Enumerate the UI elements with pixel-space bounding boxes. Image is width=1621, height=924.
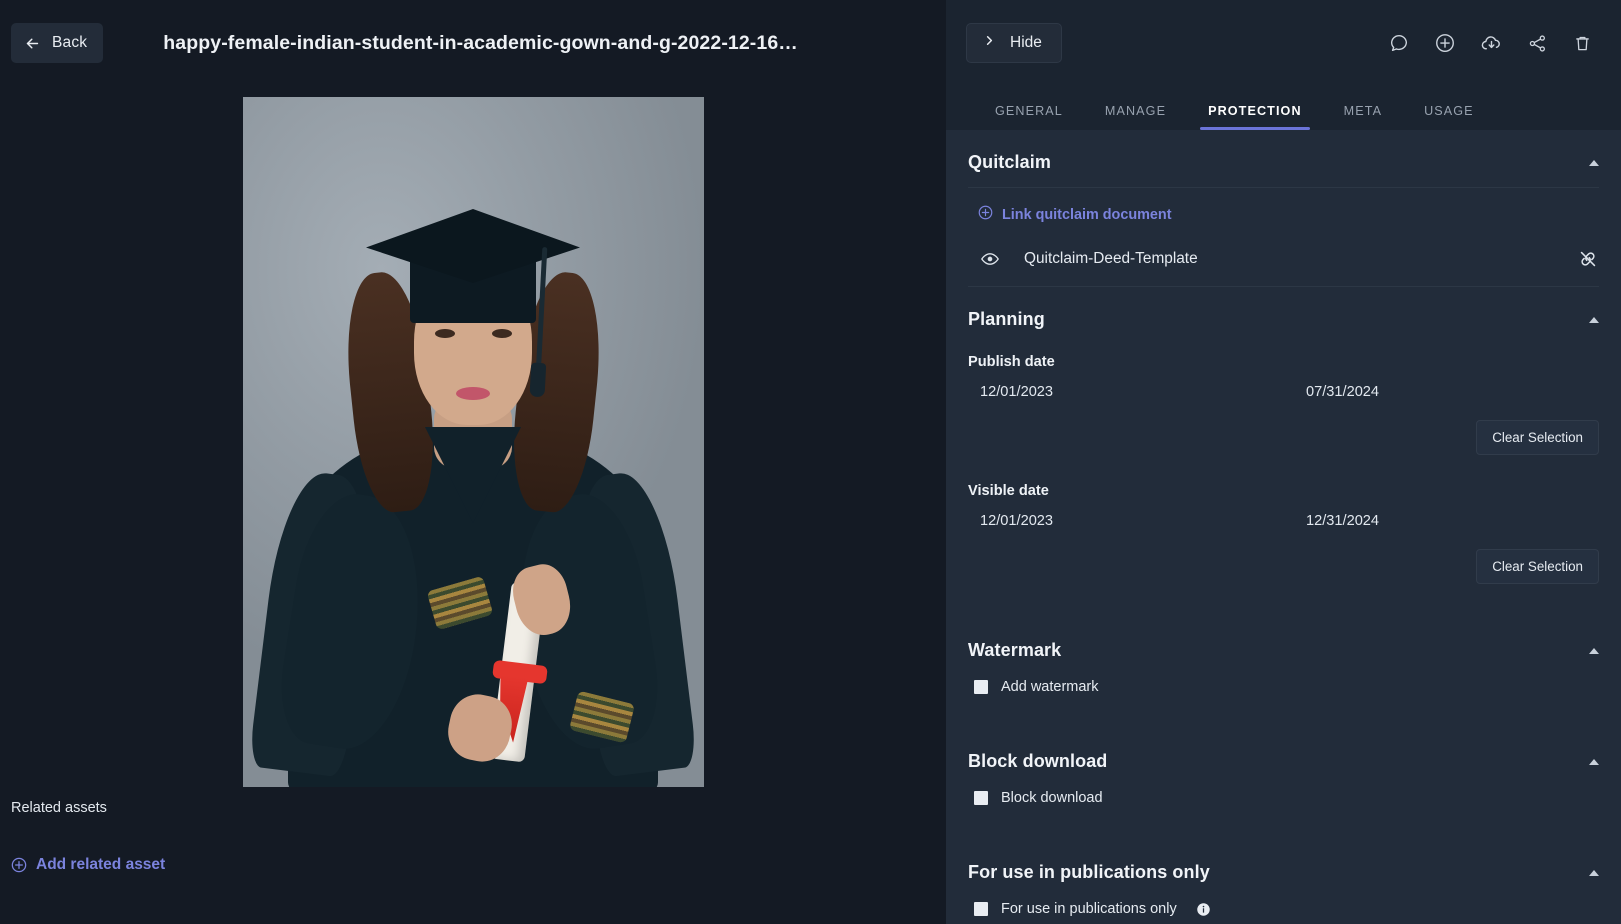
quitclaim-title: Quitclaim: [968, 152, 1051, 172]
visible-date-to[interactable]: 12/31/2024: [1298, 513, 1379, 529]
planning-title: Planning: [968, 309, 1045, 329]
publications-header: For use in publications only: [968, 840, 1599, 897]
block-download-section: Block download Block download: [946, 729, 1621, 806]
photo-eye-left: [434, 329, 455, 338]
add-related-asset-label: Add related asset: [36, 856, 166, 873]
planning-section: Planning Publish date 12/01/2023 07/31/2…: [946, 287, 1621, 584]
visible-clear-row: Clear Selection: [968, 529, 1599, 584]
asset-metadata-pane: Hide GENERAL MANAGE PROTECTION META USAG…: [946, 0, 1621, 924]
protection-panel: Quitclaim Link quitclaim document Quitcl…: [946, 130, 1621, 924]
tab-usage[interactable]: USAGE: [1403, 104, 1495, 130]
asset-preview-pane: Back happy-female-indian-student-in-acad…: [0, 0, 946, 924]
publish-date-from[interactable]: 12/01/2023: [968, 384, 1298, 400]
quitclaim-document-name: Quitclaim-Deed-Template: [1024, 250, 1198, 267]
hide-panel-button[interactable]: Hide: [966, 23, 1062, 63]
publish-date-label: Publish date: [968, 354, 1055, 370]
add-circle-icon[interactable]: [1434, 32, 1456, 54]
link-quitclaim-document-button[interactable]: Link quitclaim document: [968, 188, 1599, 224]
tab-protection[interactable]: PROTECTION: [1187, 104, 1323, 130]
watermark-title: Watermark: [968, 640, 1062, 660]
publish-clear-selection-button[interactable]: Clear Selection: [1476, 420, 1599, 455]
photo-collar: [425, 427, 521, 523]
visible-date-label: Visible date: [968, 483, 1049, 499]
publications-section: For use in publications only For use in …: [946, 840, 1621, 917]
unlink-icon[interactable]: [1577, 248, 1599, 270]
publish-date-to[interactable]: 07/31/2024: [1298, 384, 1379, 400]
asset-detail-screen: Back happy-female-indian-student-in-acad…: [0, 0, 1621, 924]
tab-manage[interactable]: MANAGE: [1084, 104, 1187, 130]
back-button[interactable]: Back: [11, 23, 104, 63]
visible-clear-selection-button[interactable]: Clear Selection: [1476, 549, 1599, 584]
publications-title: For use in publications only: [968, 862, 1210, 882]
photo-eye-right: [491, 329, 512, 338]
add-watermark-label: Add watermark: [1001, 679, 1099, 695]
metadata-tabs: GENERAL MANAGE PROTECTION META USAGE: [946, 86, 1621, 130]
asset-title: happy-female-indian-student-in-academic-…: [163, 31, 804, 54]
related-assets-section: Related assets Add related asset: [11, 800, 931, 878]
photo-lips: [456, 387, 490, 400]
publish-date-range: 12/01/2023 07/31/2024: [968, 370, 1599, 400]
link-quitclaim-document-label: Link quitclaim document: [1002, 206, 1172, 223]
back-button-label: Back: [52, 34, 88, 51]
add-related-asset-button[interactable]: Add related asset: [11, 856, 165, 874]
arrow-left-icon: [24, 35, 41, 52]
watermark-header: Watermark: [968, 618, 1599, 675]
eye-icon[interactable]: [968, 249, 1012, 269]
quitclaim-document-row: Quitclaim-Deed-Template: [968, 232, 1599, 286]
cloud-download-icon[interactable]: [1480, 32, 1503, 55]
block-download-title: Block download: [968, 751, 1108, 771]
visible-date-range: 12/01/2023 12/31/2024: [968, 499, 1599, 529]
block-download-header: Block download: [968, 729, 1599, 786]
planning-header: Planning: [968, 287, 1599, 344]
block-download-label: Block download: [1001, 790, 1103, 806]
related-assets-title: Related assets: [11, 800, 107, 816]
quitclaim-header: Quitclaim: [968, 130, 1599, 187]
add-watermark-row[interactable]: Add watermark: [968, 675, 1599, 695]
image-preview-container: [0, 86, 946, 796]
collapse-watermark-icon[interactable]: [1589, 647, 1599, 654]
chevron-right-icon: [982, 33, 997, 53]
publications-row[interactable]: For use in publications only: [968, 897, 1599, 917]
comment-icon[interactable]: [1388, 32, 1410, 54]
publish-clear-row: Clear Selection: [968, 400, 1599, 455]
tab-general[interactable]: GENERAL: [974, 104, 1084, 130]
tab-meta[interactable]: META: [1323, 104, 1403, 130]
visible-date-from[interactable]: 12/01/2023: [968, 513, 1298, 529]
collapse-block-download-icon[interactable]: [1589, 758, 1599, 765]
collapse-planning-icon[interactable]: [1589, 316, 1599, 323]
left-toolbar: Back happy-female-indian-student-in-acad…: [0, 0, 946, 86]
info-icon[interactable]: [1196, 902, 1211, 917]
add-watermark-checkbox[interactable]: [974, 680, 988, 694]
collapse-quitclaim-icon[interactable]: [1589, 159, 1599, 166]
block-download-checkbox[interactable]: [974, 791, 988, 805]
plus-circle-icon: [11, 857, 27, 873]
publications-label: For use in publications only: [1001, 901, 1177, 917]
share-icon[interactable]: [1527, 33, 1548, 54]
trash-icon[interactable]: [1572, 33, 1593, 54]
right-toolbar: Hide: [946, 0, 1621, 86]
quitclaim-section: Quitclaim Link quitclaim document Quitcl…: [946, 130, 1621, 287]
plus-circle-icon: [978, 205, 993, 224]
publications-checkbox[interactable]: [974, 902, 988, 916]
watermark-section: Watermark Add watermark: [946, 618, 1621, 695]
asset-actions: [1388, 32, 1593, 55]
collapse-publications-icon[interactable]: [1589, 869, 1599, 876]
block-download-row[interactable]: Block download: [968, 786, 1599, 806]
asset-image[interactable]: [242, 97, 704, 787]
hide-panel-label: Hide: [1010, 34, 1042, 51]
